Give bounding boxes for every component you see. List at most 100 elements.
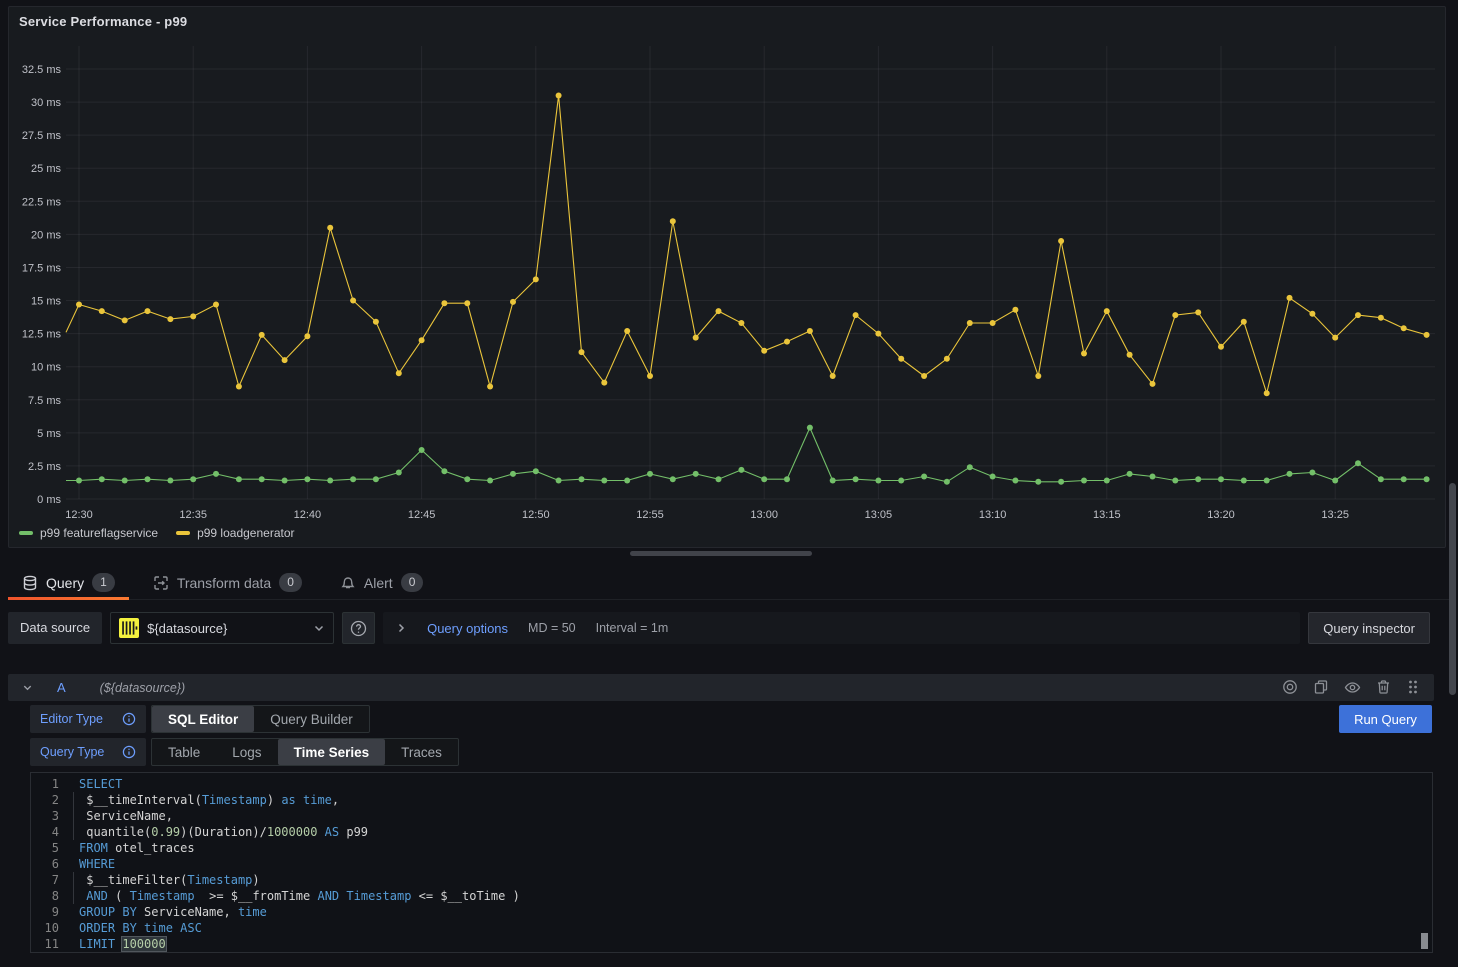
chevron-down-icon[interactable] <box>22 682 33 693</box>
hide-response-eye-icon[interactable] <box>1344 679 1361 696</box>
code-line-7[interactable]: 7 $__timeFilter(Timestamp) <box>31 872 1432 888</box>
code-line-10[interactable]: 10ORDER BY time ASC <box>31 920 1432 936</box>
option-logs[interactable]: Logs <box>216 739 277 765</box>
svg-text:25 ms: 25 ms <box>31 163 61 175</box>
query-inspector-button[interactable]: Query inspector <box>1308 612 1430 644</box>
svg-text:12:35: 12:35 <box>179 509 207 521</box>
svg-text:13:15: 13:15 <box>1093 509 1121 521</box>
chart-legend: p99 featureflagservice p99 loadgenerator <box>19 526 295 540</box>
transform-count-badge: 0 <box>279 573 302 592</box>
max-data-points-value: MD = 50 <box>528 621 576 635</box>
query-toolbar: Data source ${datasource} Query options … <box>8 612 1430 644</box>
code-line-8[interactable]: 8 AND ( Timestamp >= $__fromTime AND Tim… <box>31 888 1432 904</box>
legend-item-p99-featureflagservice[interactable]: p99 featureflagservice <box>19 526 158 540</box>
line-number: 7 <box>31 872 59 888</box>
datasource-picker[interactable]: ${datasource} <box>110 612 334 644</box>
editor-type-selector: SQL EditorQuery Builder <box>151 705 370 733</box>
series-p99-featureflagservice <box>66 425 1430 485</box>
alert-count-badge: 0 <box>401 573 424 592</box>
option-time-series[interactable]: Time Series <box>278 739 386 765</box>
editor-overview-ruler-mark <box>1421 933 1428 949</box>
code-line-6[interactable]: 6WHERE <box>31 856 1432 872</box>
svg-text:17.5 ms: 17.5 ms <box>22 262 62 274</box>
bell-icon <box>340 575 356 591</box>
option-sql-editor[interactable]: SQL Editor <box>152 706 254 732</box>
page-scrollbar[interactable] <box>1449 483 1456 695</box>
info-icon[interactable] <box>122 745 136 759</box>
svg-text:12:55: 12:55 <box>636 509 664 521</box>
option-query-builder[interactable]: Query Builder <box>254 706 369 732</box>
editor-tabs: Query 1 Transform data 0 Alert 0 <box>8 566 1450 600</box>
legend-label: p99 featureflagservice <box>40 526 158 540</box>
line-number: 5 <box>31 840 59 856</box>
code-line-2[interactable]: 2 $__timeInterval(Timestamp) as time, <box>31 792 1432 808</box>
tab-alert[interactable]: Alert 0 <box>326 566 437 599</box>
query-row-header[interactable]: A (${datasource}) <box>8 674 1434 701</box>
query-options-toggle[interactable]: Query options <box>427 621 508 636</box>
timeseries-panel: Service Performance - p99 0 ms2.5 ms5 ms… <box>8 6 1446 548</box>
run-query-button[interactable]: Run Query <box>1339 705 1432 733</box>
database-icon <box>22 575 38 591</box>
svg-text:12:45: 12:45 <box>408 509 436 521</box>
svg-text:32.5 ms: 32.5 ms <box>22 64 62 76</box>
grafana-panel-edit-view: Service Performance - p99 0 ms2.5 ms5 ms… <box>0 0 1458 967</box>
option-table[interactable]: Table <box>152 739 216 765</box>
query-datasource-hint: (${datasource}) <box>100 681 185 695</box>
svg-text:2.5 ms: 2.5 ms <box>28 461 62 473</box>
info-icon[interactable] <box>122 712 136 726</box>
editor-type-row: Editor Type SQL EditorQuery Builder <box>30 705 370 733</box>
series-p99-loadgenerator <box>66 93 1430 397</box>
code-line-3[interactable]: 3 ServiceName, <box>31 808 1432 824</box>
query-type-row: Query Type TableLogsTime SeriesTraces <box>30 738 459 766</box>
duplicate-query-icon[interactable] <box>1313 679 1329 696</box>
tab-query[interactable]: Query 1 <box>8 566 129 599</box>
chart-axis-labels: 0 ms 2.5 ms 5 ms 7.5 ms 10 ms 12.5 ms 15 ms 17.… <box>22 64 1349 521</box>
svg-text:27.5 ms: 27.5 ms <box>22 130 62 142</box>
datasource-value: ${datasource} <box>147 621 305 636</box>
line-number: 10 <box>31 920 59 936</box>
option-traces[interactable]: Traces <box>385 739 458 765</box>
query-type-label: Query Type <box>40 745 104 759</box>
code-line-5[interactable]: 5FROM otel_traces <box>31 840 1432 856</box>
datasource-help-button[interactable] <box>342 612 375 644</box>
legend-swatch <box>19 531 33 535</box>
svg-text:22.5 ms: 22.5 ms <box>22 196 62 208</box>
line-number: 2 <box>31 792 59 808</box>
tab-label: Alert <box>364 575 393 591</box>
svg-text:12:40: 12:40 <box>294 509 322 521</box>
svg-text:12:50: 12:50 <box>522 509 550 521</box>
svg-text:13:05: 13:05 <box>865 509 893 521</box>
legend-item-p99-loadgenerator[interactable]: p99 loadgenerator <box>176 526 294 540</box>
svg-text:5 ms: 5 ms <box>37 428 61 440</box>
line-number: 9 <box>31 904 59 920</box>
query-options-bar[interactable]: Query options MD = 50 Interval = 1m <box>383 612 1300 644</box>
horizontal-scrollbar[interactable] <box>630 551 812 556</box>
svg-text:12.5 ms: 12.5 ms <box>22 329 62 341</box>
svg-text:13:10: 13:10 <box>979 509 1007 521</box>
code-line-1[interactable]: 1SELECT <box>31 776 1432 792</box>
record-query-icon[interactable] <box>1282 679 1298 696</box>
drag-handle-icon[interactable] <box>1406 679 1420 696</box>
svg-text:7.5 ms: 7.5 ms <box>28 395 62 407</box>
svg-text:15 ms: 15 ms <box>31 296 61 308</box>
svg-text:10 ms: 10 ms <box>31 362 61 374</box>
line-number: 6 <box>31 856 59 872</box>
datasource-label: Data source <box>8 612 102 644</box>
svg-text:20 ms: 20 ms <box>31 229 61 241</box>
delete-query-trash-icon[interactable] <box>1376 679 1391 696</box>
interval-value: Interval = 1m <box>596 621 669 635</box>
code-line-9[interactable]: 9GROUP BY ServiceName, time <box>31 904 1432 920</box>
chevron-right-icon <box>395 622 407 634</box>
tab-transform-data[interactable]: Transform data 0 <box>139 566 316 599</box>
chevron-down-icon <box>313 622 325 634</box>
code-line-4[interactable]: 4 quantile(0.99)(Duration)/1000000 AS p9… <box>31 824 1432 840</box>
timeseries-chart[interactable]: 0 ms 2.5 ms 5 ms 7.5 ms 10 ms 12.5 ms 15 ms 17.… <box>9 7 1447 549</box>
line-number: 4 <box>31 824 59 840</box>
code-line-11[interactable]: 11LIMIT 100000 <box>31 936 1432 952</box>
svg-text:0 ms: 0 ms <box>37 494 61 506</box>
sql-code-editor[interactable]: 1SELECT2 $__timeInterval(Timestamp) as t… <box>30 772 1433 953</box>
line-number: 3 <box>31 808 59 824</box>
query-type-label-chip: Query Type <box>30 738 146 766</box>
svg-text:13:20: 13:20 <box>1207 509 1235 521</box>
line-number: 8 <box>31 888 59 904</box>
